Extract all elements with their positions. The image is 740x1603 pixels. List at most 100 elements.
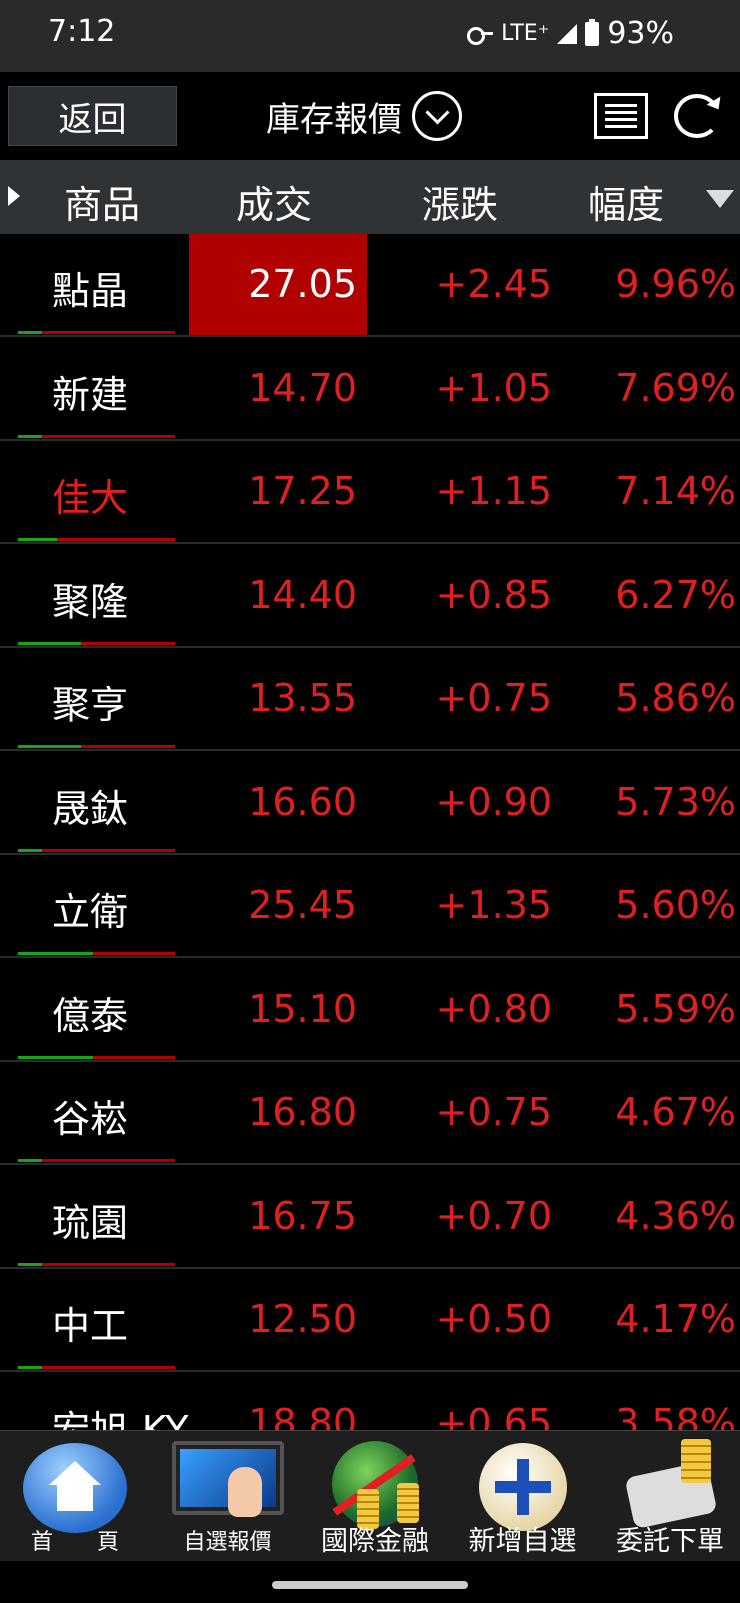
price-change: +0.50 bbox=[435, 1297, 552, 1341]
last-price: 14.40 bbox=[248, 572, 357, 617]
price-change: +0.75 bbox=[435, 676, 552, 720]
last-price: 16.60 bbox=[248, 779, 357, 824]
buy-ratio-fill bbox=[18, 1366, 42, 1369]
change-percent: 3.58% bbox=[615, 1400, 736, 1431]
coins-icon bbox=[397, 1483, 419, 1523]
plus-icon bbox=[478, 1443, 567, 1531]
buy-sell-ratio-bar bbox=[18, 434, 175, 438]
stock-name: 點晶 bbox=[52, 269, 129, 313]
stock-name: 宏旭-KY bbox=[52, 1407, 189, 1431]
last-price: 16.75 bbox=[248, 1193, 357, 1238]
gesture-bar[interactable] bbox=[272, 1581, 468, 1589]
tablet-chart-icon bbox=[171, 1441, 284, 1517]
header-change[interactable]: 漲跌 bbox=[422, 174, 498, 229]
sort-desc-icon[interactable] bbox=[706, 190, 734, 208]
signal-icon bbox=[557, 23, 578, 44]
header-product[interactable]: 商品 bbox=[64, 174, 140, 229]
price-change: +0.65 bbox=[435, 1400, 552, 1431]
last-price: 12.50 bbox=[248, 1297, 357, 1341]
last-price: 27.05 bbox=[248, 262, 357, 306]
buy-sell-ratio-bar bbox=[18, 538, 175, 541]
buy-sell-ratio-bar bbox=[18, 745, 175, 748]
stock-name: 佳大 bbox=[52, 476, 129, 520]
price-change: +0.70 bbox=[435, 1193, 552, 1238]
quote-row[interactable]: 新建 14.70 +1.05 7.69% bbox=[0, 338, 740, 441]
nav-order-label: 委託下單 bbox=[616, 1526, 724, 1557]
refresh-icon[interactable] bbox=[674, 94, 720, 138]
price-cell: 18.80 bbox=[189, 1373, 367, 1431]
quote-row[interactable]: 佳大 17.25 +1.15 7.14% bbox=[0, 441, 740, 544]
quote-row[interactable]: 宏旭-KY 18.80 +0.65 3.58% bbox=[0, 1373, 740, 1431]
buy-ratio-fill bbox=[18, 1055, 94, 1059]
quote-row[interactable]: 點晶 27.05 +2.45 9.96% bbox=[0, 234, 740, 337]
quote-row[interactable]: 谷崧 16.80 +0.75 4.67% bbox=[0, 1062, 740, 1165]
price-cell: 16.80 bbox=[189, 1062, 367, 1163]
change-percent: 5.60% bbox=[615, 883, 736, 927]
last-price: 17.25 bbox=[248, 469, 357, 513]
quote-row[interactable]: 琉園 16.75 +0.70 4.36% bbox=[0, 1166, 740, 1269]
change-percent: 5.59% bbox=[615, 986, 736, 1031]
price-cell: 16.75 bbox=[189, 1166, 367, 1267]
price-change: +0.75 bbox=[435, 1090, 552, 1134]
nav-home[interactable]: 首 頁 bbox=[0, 1431, 150, 1562]
nav-order[interactable]: 委託下單 bbox=[600, 1431, 740, 1562]
buy-sell-ratio-bar bbox=[18, 641, 175, 645]
stock-name: 立衛 bbox=[52, 890, 129, 934]
stock-name: 聚亨 bbox=[52, 683, 129, 727]
home-icon bbox=[23, 1443, 127, 1533]
buy-ratio-fill bbox=[18, 1262, 42, 1266]
list-menu-icon[interactable] bbox=[594, 93, 648, 139]
nav-watchlist-label: 自選報價 bbox=[183, 1530, 272, 1555]
chevron-down-icon[interactable] bbox=[412, 91, 462, 141]
order-pad-icon bbox=[615, 1439, 725, 1530]
change-percent: 5.73% bbox=[615, 779, 736, 824]
bottom-nav: 首 頁 自選報價 國際金融 新增自選 委託下單 bbox=[0, 1430, 740, 1561]
buy-sell-ratio-bar bbox=[18, 1366, 175, 1369]
column-header: 商品 成交 漲跌 幅度 bbox=[0, 160, 740, 234]
price-cell: 15.10 bbox=[189, 959, 367, 1060]
quote-row[interactable]: 億泰 15.10 +0.80 5.59% bbox=[0, 959, 740, 1062]
quote-row[interactable]: 聚亨 13.55 +0.75 5.86% bbox=[0, 648, 740, 751]
nav-add-watch[interactable]: 新增自選 bbox=[450, 1431, 595, 1562]
quote-row[interactable]: 晟鈦 16.60 +0.90 5.73% bbox=[0, 752, 740, 855]
price-change: +2.45 bbox=[435, 262, 552, 306]
stock-name: 中工 bbox=[52, 1304, 129, 1348]
price-cell: 17.25 bbox=[189, 441, 367, 542]
quote-row[interactable]: 中工 12.50 +0.50 4.17% bbox=[0, 1269, 740, 1372]
change-percent: 4.17% bbox=[615, 1297, 736, 1341]
quote-row[interactable]: 立衛 25.45 +1.35 5.60% bbox=[0, 855, 740, 958]
buy-ratio-fill bbox=[18, 331, 42, 334]
header-pct[interactable]: 幅度 bbox=[588, 174, 664, 229]
back-button[interactable]: 返回 bbox=[8, 86, 177, 146]
quote-row[interactable]: 聚隆 14.40 +0.85 6.27% bbox=[0, 545, 740, 648]
vpn-key-icon bbox=[467, 26, 494, 45]
status-bar: 7:12 LTE⁺ 93% bbox=[0, 0, 740, 72]
nav-add-watch-label: 新增自選 bbox=[468, 1526, 577, 1557]
buy-sell-ratio-bar bbox=[18, 1055, 175, 1059]
nav-intl-finance[interactable]: 國際金融 bbox=[305, 1431, 445, 1562]
last-price: 13.55 bbox=[248, 676, 357, 720]
buy-sell-ratio-bar bbox=[18, 1159, 175, 1162]
price-cell: 16.60 bbox=[189, 752, 367, 853]
battery-level: 93% bbox=[607, 16, 674, 51]
header-price[interactable]: 成交 bbox=[236, 174, 312, 229]
change-percent: 9.96% bbox=[615, 262, 736, 306]
price-cell: 27.05 bbox=[189, 234, 367, 335]
buy-sell-ratio-bar bbox=[18, 848, 175, 852]
price-cell: 14.40 bbox=[189, 545, 367, 646]
buy-ratio-fill bbox=[18, 745, 81, 748]
last-price: 15.10 bbox=[248, 986, 357, 1031]
title-dropdown[interactable]: 庫存報價 bbox=[266, 86, 462, 146]
expand-arrow-icon[interactable] bbox=[8, 186, 20, 206]
buy-ratio-fill bbox=[18, 952, 94, 955]
battery-icon bbox=[585, 18, 600, 46]
nav-watchlist[interactable]: 自選報價 bbox=[160, 1431, 295, 1562]
network-type: LTE⁺ bbox=[501, 21, 550, 46]
change-percent: 4.36% bbox=[615, 1193, 736, 1238]
price-change: +0.90 bbox=[435, 779, 552, 824]
buy-sell-ratio-bar bbox=[18, 331, 175, 334]
change-percent: 5.86% bbox=[615, 676, 736, 720]
last-price: 16.80 bbox=[248, 1090, 357, 1134]
price-cell: 25.45 bbox=[189, 855, 367, 956]
buy-ratio-fill bbox=[18, 641, 81, 645]
